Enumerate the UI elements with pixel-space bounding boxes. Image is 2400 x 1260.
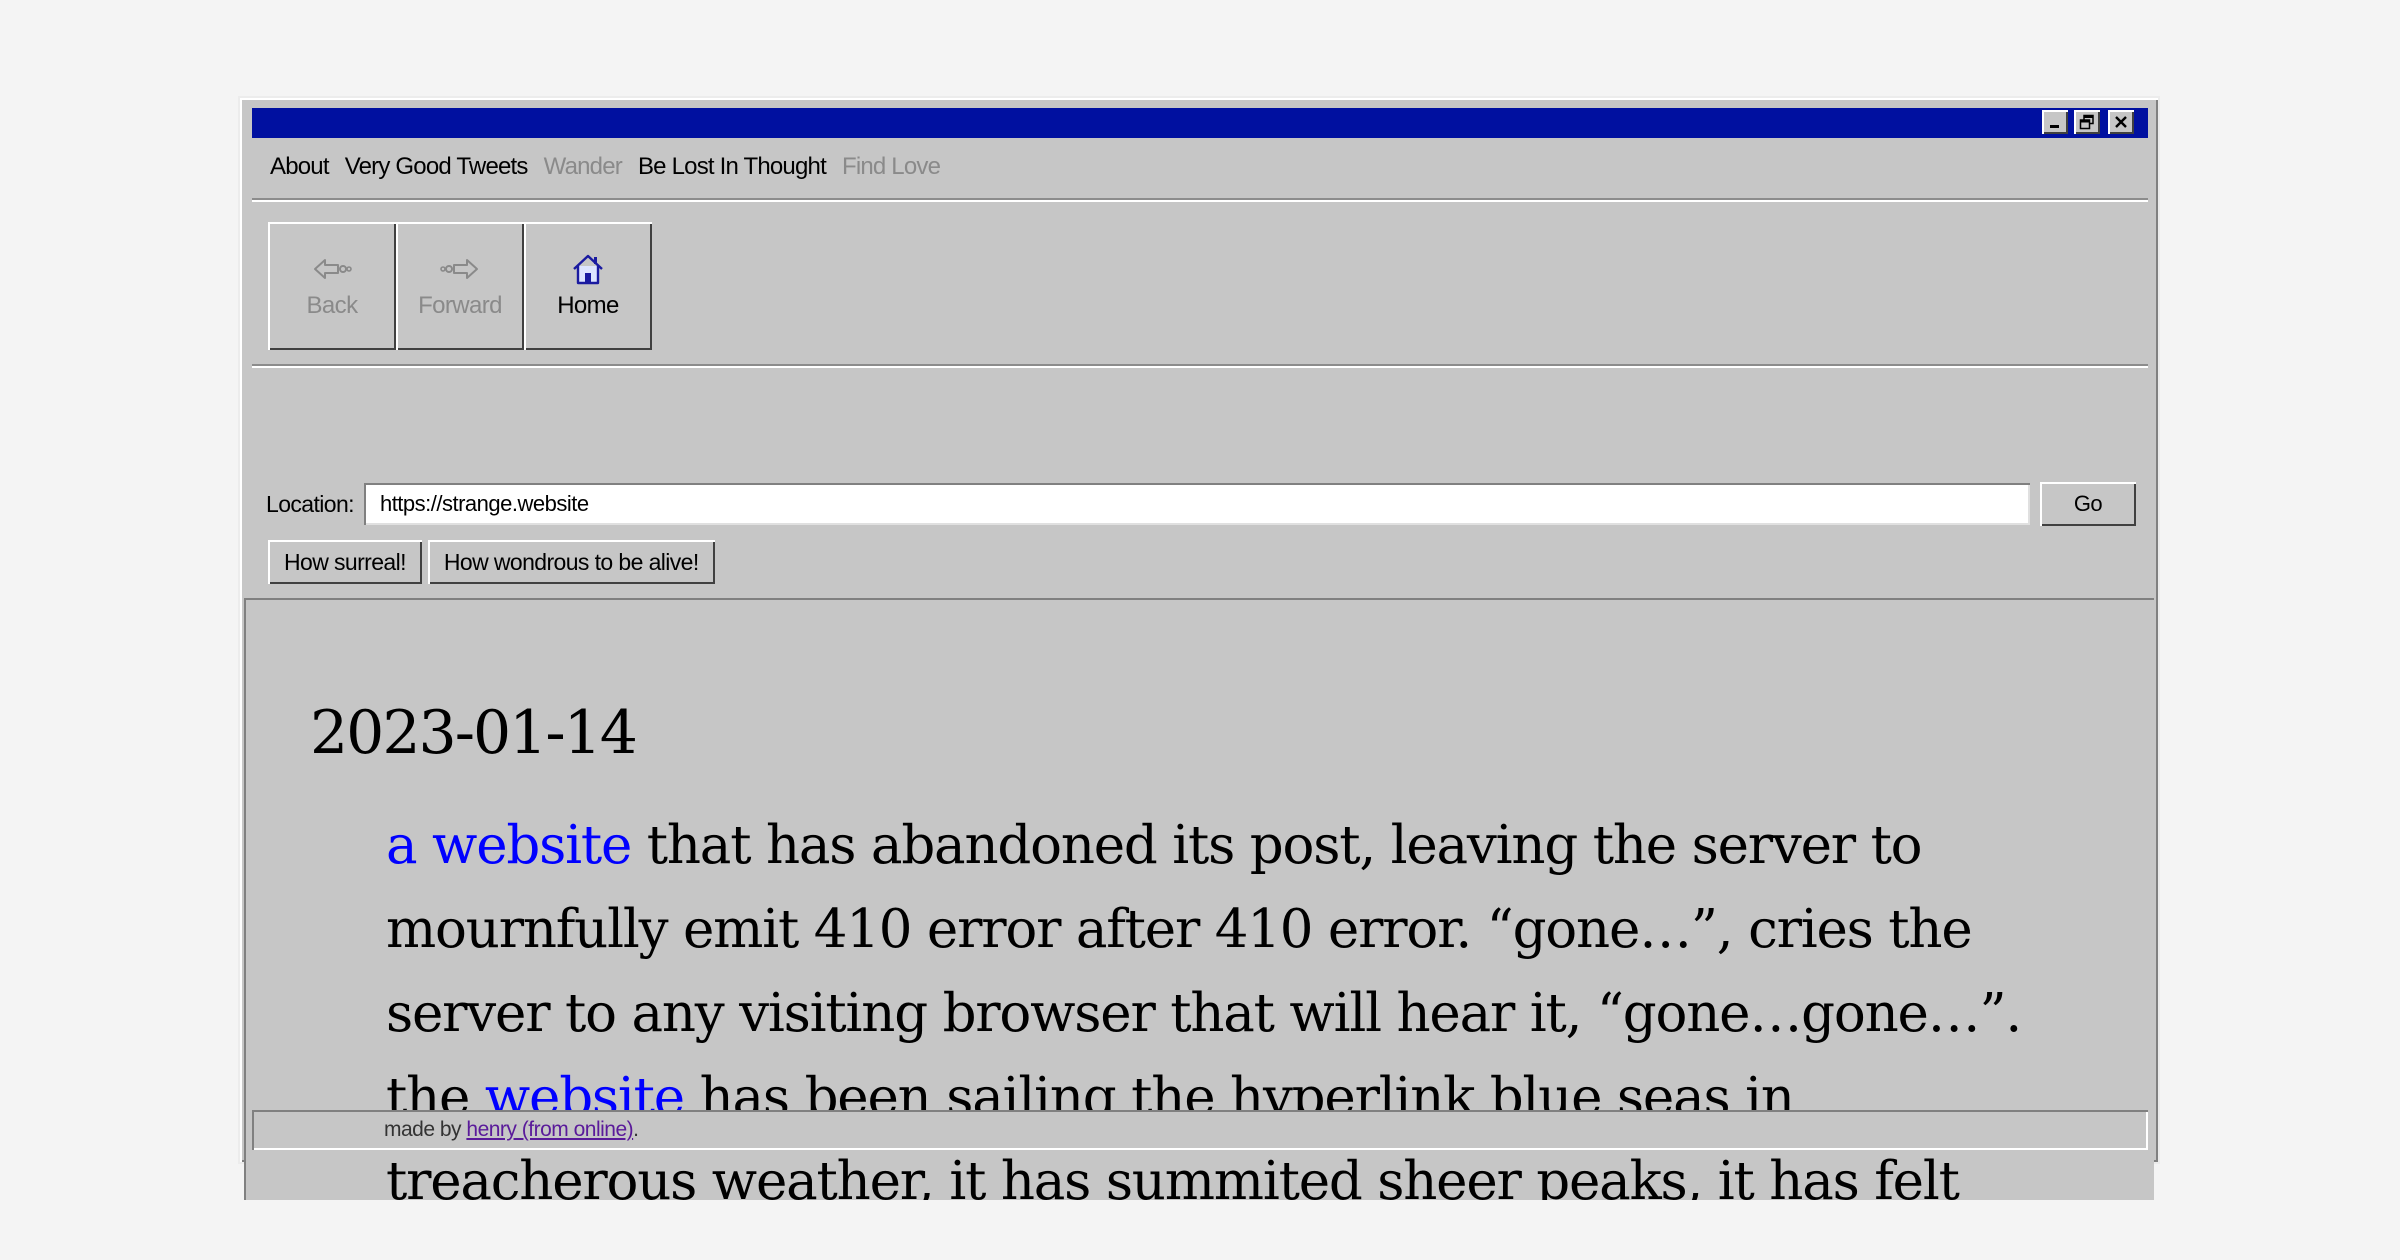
back-button[interactable]: Back xyxy=(268,222,396,350)
home-label: Home xyxy=(557,292,619,319)
close-icon xyxy=(2115,116,2127,128)
home-button[interactable]: Home xyxy=(524,222,652,350)
forward-arrow-icon xyxy=(440,252,480,286)
bookmark-bar: How surreal! How wondrous to be alive! xyxy=(268,540,721,584)
status-suffix: . xyxy=(633,1118,639,1141)
bookmark-how-surreal[interactable]: How surreal! xyxy=(268,540,422,584)
browser-window: About Very Good Tweets Wander Be Lost In… xyxy=(240,98,2158,1200)
location-bar: Location: Go xyxy=(266,482,2136,526)
forward-label: Forward xyxy=(418,292,502,319)
back-arrow-icon xyxy=(312,252,352,286)
author-link[interactable]: henry (from online) xyxy=(466,1118,633,1142)
bookmark-how-wondrous[interactable]: How wondrous to be alive! xyxy=(427,540,715,584)
location-label: Location: xyxy=(266,490,355,517)
status-prefix: made by xyxy=(384,1118,467,1141)
go-button[interactable]: Go xyxy=(2040,482,2136,526)
status-bar: made by henry (from online). xyxy=(252,1110,2148,1150)
restore-button[interactable] xyxy=(2074,110,2100,134)
forward-button[interactable]: Forward xyxy=(396,222,524,350)
website-link[interactable]: a website xyxy=(386,815,632,876)
menu-separator xyxy=(252,198,2148,202)
title-bar[interactable] xyxy=(252,108,2148,138)
menu-item-wander: Wander xyxy=(543,153,623,180)
menu-bar: About Very Good Tweets Wander Be Lost In… xyxy=(252,142,2148,192)
url-input[interactable] xyxy=(363,483,2030,525)
menu-item-very-good-tweets[interactable]: Very Good Tweets xyxy=(345,153,529,181)
minimize-button[interactable] xyxy=(2042,110,2068,134)
close-button[interactable] xyxy=(2108,110,2134,134)
nav-toolbar: Back Forward Home xyxy=(268,222,652,350)
home-icon xyxy=(570,252,606,286)
toolbar-separator xyxy=(252,364,2148,368)
back-label: Back xyxy=(306,292,359,319)
menu-item-be-lost-in-thought[interactable]: Be Lost In Thought xyxy=(638,153,827,181)
menu-item-about[interactable]: About xyxy=(270,153,330,181)
restore-icon xyxy=(2079,114,2094,130)
minimize-icon xyxy=(2050,125,2059,128)
post-date: 2023-01-14 xyxy=(310,698,638,768)
menu-item-find-love: Find Love xyxy=(841,153,941,180)
